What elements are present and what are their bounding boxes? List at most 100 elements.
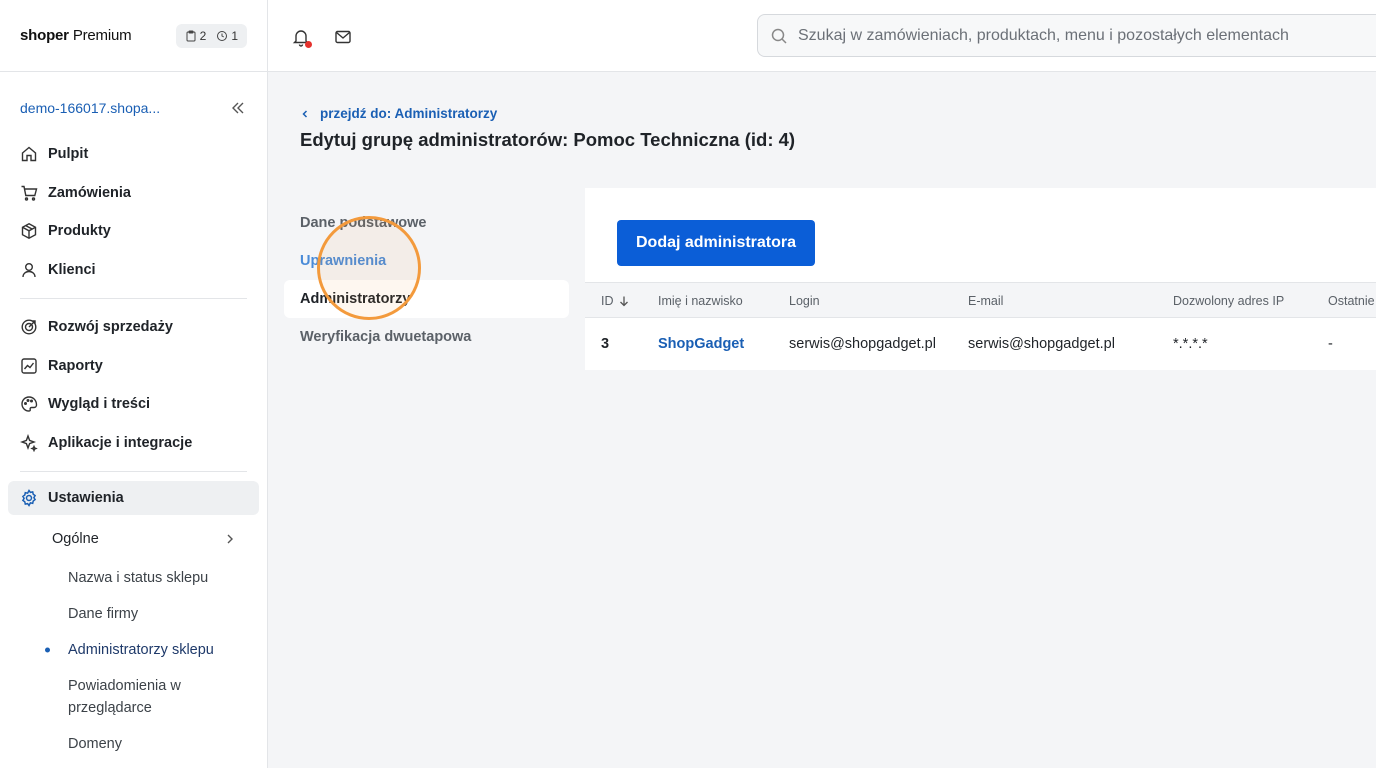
sidebar-item-label: Rozwój sprzedaży: [48, 319, 173, 336]
search-input[interactable]: [798, 26, 1376, 45]
sidebar-item-label: Zamówienia: [48, 184, 131, 201]
tab-label: Uprawnienia: [300, 253, 387, 269]
clock-badge[interactable]: 1: [211, 29, 243, 43]
chart-icon: [21, 358, 37, 374]
header-label: Dozwolony adres IP: [1173, 294, 1285, 308]
back-link[interactable]: przejdź do: Administratorzy: [300, 106, 497, 121]
sidebar-item-label: Wygląd i treści: [48, 396, 151, 413]
sidebar-item-label: Produkty: [48, 223, 111, 240]
sidebar-item-klienci[interactable]: Klienci: [0, 251, 267, 290]
column-header-ip[interactable]: Dozwolony adres IP: [1173, 283, 1284, 319]
tab-uprawnienia[interactable]: Uprawnienia: [284, 242, 569, 280]
brand-plan: Premium: [72, 27, 132, 44]
topbar: [268, 0, 1376, 72]
brand-bar: shoper Premium 2 1: [0, 0, 267, 72]
back-link-label: przejdź do: Administratorzy: [320, 106, 498, 121]
sidebar-item-zamowienia[interactable]: Zamówienia: [0, 174, 267, 213]
cell-email: serwis@shopgadget.pl: [968, 336, 1115, 352]
chevron-right-icon: [227, 534, 233, 544]
sidebar-item-aplikacje[interactable]: Aplikacje i integracje: [0, 424, 267, 463]
table-row: 3 ShopGadget serwis@shopgadget.pl serwis…: [585, 318, 1376, 370]
user-icon: [22, 262, 36, 277]
sidebar-item-ustawienia[interactable]: Ustawienia: [8, 481, 259, 515]
clipboard-icon: [186, 30, 196, 41]
sidebar-link-dane-firmy[interactable]: Dane firmy: [0, 596, 267, 632]
section-nav: Dane podstawowe Uprawnienia Administrato…: [284, 204, 569, 356]
sidebar-link-nazwa-status[interactable]: Nazwa i status sklepu: [0, 560, 267, 596]
cell-last: -: [1328, 336, 1333, 352]
header-label: Login: [789, 294, 820, 308]
sidebar-link-domeny[interactable]: Domeny: [0, 726, 267, 762]
logo[interactable]: shoper Premium: [20, 27, 132, 44]
search-box[interactable]: [757, 14, 1376, 57]
cell-name-link[interactable]: ShopGadget: [658, 318, 744, 370]
table-header: ID Imię i nazwisko Login E-mail Dozwolon…: [585, 282, 1376, 318]
sidebar-item-rozwoj-sprzedazy[interactable]: Rozwój sprzedaży: [0, 308, 267, 347]
box-icon: [21, 223, 37, 240]
cell-ip: *.*.*.*: [1173, 336, 1208, 352]
tab-label: Weryfikacja dwuetapowa: [300, 329, 472, 345]
tab-label: Administratorzy: [300, 291, 411, 307]
messages-button[interactable]: [333, 27, 353, 47]
home-icon: [21, 146, 37, 162]
store-name-link[interactable]: demo-166017.shopa...: [20, 100, 160, 116]
header-label: E-mail: [968, 294, 1004, 308]
sidebar-subitem-ogolne[interactable]: Ogólne: [0, 518, 267, 560]
sidebar-item-label: Ustawienia: [48, 490, 124, 506]
collapse-sidebar-button[interactable]: [229, 99, 247, 117]
clock-icon: [217, 30, 228, 41]
mail-icon: [335, 30, 351, 44]
sidebar-item-label: Raporty: [48, 357, 103, 374]
add-administrator-button[interactable]: Dodaj administratora: [617, 220, 815, 266]
notification-dot: [305, 41, 312, 48]
link-label: Powiadomienia w przeglądarce: [68, 678, 181, 716]
brand-name: shoper: [20, 27, 69, 44]
sidebar-item-label: Klienci: [48, 261, 96, 278]
status-badges: 2 1: [175, 23, 247, 48]
page-title: Edytuj grupę administratorów: Pomoc Tech…: [300, 129, 796, 150]
column-header-last[interactable]: Ostatnie: [1328, 283, 1375, 319]
gear-icon: [21, 489, 37, 507]
cell-id: 3: [601, 336, 610, 352]
growth-icon: [21, 319, 37, 335]
tab-weryfikacja-dwuetapowa[interactable]: Weryfikacja dwuetapowa: [284, 318, 569, 356]
sidebar-link-administratorzy[interactable]: Administratorzy sklepu: [0, 632, 267, 668]
chevron-left-icon: [302, 109, 308, 118]
palette-icon: [21, 396, 38, 412]
column-header-email[interactable]: E-mail: [968, 283, 1003, 319]
sidebar-item-label: Aplikacje i integracje: [48, 434, 193, 451]
link-label: Nazwa i status sklepu: [68, 570, 209, 586]
double-chevron-left-icon: [232, 102, 244, 114]
notifications-button[interactable]: [291, 27, 312, 48]
column-header-name[interactable]: Imię i nazwisko: [658, 283, 743, 319]
sidebar-subitem-label: Ogólne: [52, 531, 99, 547]
sidebar-link-powiadomienia[interactable]: Powiadomienia w przeglądarce: [0, 668, 230, 726]
tab-administratorzy[interactable]: Administratorzy: [284, 280, 569, 318]
tasks-badge[interactable]: 2: [180, 29, 212, 43]
main-nav: Pulpit Zamówienia Produkty Klienci Rozwó…: [0, 135, 267, 762]
divider: [20, 471, 247, 472]
cell-login: serwis@shopgadget.pl: [789, 336, 936, 352]
search-icon: [771, 28, 787, 44]
sidebar-item-raporty[interactable]: Raporty: [0, 347, 267, 386]
divider: [20, 298, 247, 299]
link-label: Administratorzy sklepu: [68, 642, 214, 658]
column-header-login[interactable]: Login: [789, 283, 820, 319]
link-label: Domeny: [68, 736, 122, 752]
sidebar: shoper Premium 2 1 demo-166017.shopa... P…: [0, 0, 268, 768]
sidebar-item-produkty[interactable]: Produkty: [0, 212, 267, 251]
header-label: Ostatnie: [1328, 294, 1375, 308]
store-row: demo-166017.shopa...: [0, 72, 267, 144]
active-dot: [45, 647, 50, 653]
header-label: Imię i nazwisko: [658, 294, 743, 308]
sidebar-item-pulpit[interactable]: Pulpit: [0, 135, 267, 174]
sort-arrow-down-icon: [619, 296, 628, 307]
sparkle-icon: [20, 433, 38, 452]
sidebar-item-wyglad[interactable]: Wygląd i treści: [0, 385, 267, 424]
link-label: Dane firmy: [68, 606, 139, 622]
tab-dane-podstawowe[interactable]: Dane podstawowe: [284, 204, 569, 242]
cart-icon: [21, 185, 38, 201]
sidebar-item-label: Pulpit: [48, 146, 89, 163]
column-header-id[interactable]: ID: [601, 283, 630, 319]
header-label: ID: [601, 294, 614, 308]
